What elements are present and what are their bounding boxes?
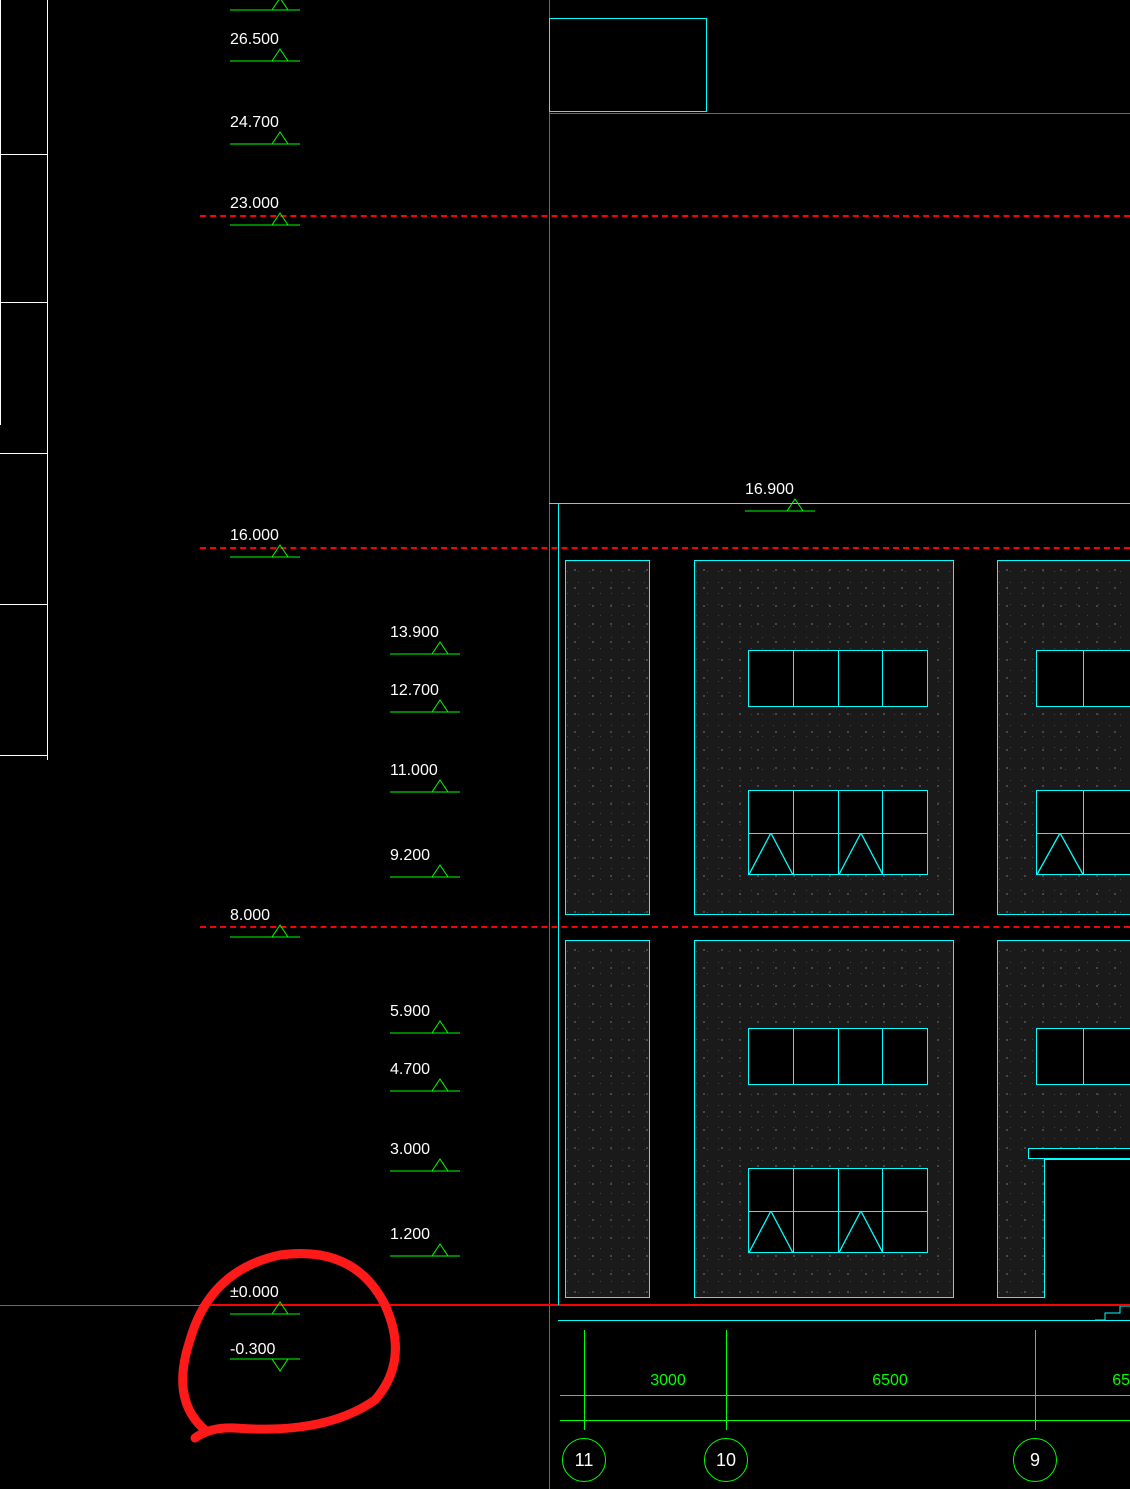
dimension-tick: [584, 1385, 585, 1430]
elevation-label: 23.000: [230, 195, 279, 213]
grid-bubble: 10: [704, 1438, 748, 1482]
left-frame-tick: [0, 302, 48, 303]
section-line-vertical: [549, 0, 550, 1489]
dimension-value: 6500: [1040, 1372, 1130, 1390]
elevation-label: 8.000: [230, 907, 270, 925]
dimension-value: 6500: [740, 1372, 1040, 1390]
grid-id: 11: [575, 1450, 594, 1471]
entrance-door: [1044, 1159, 1130, 1298]
cad-elevation-drawing[interactable]: 27.500 26.500 24.700 23.000 16.000 8.000: [0, 0, 1130, 1489]
window-lower-strip: [748, 1028, 928, 1085]
elevation-label: 24.700: [230, 114, 279, 132]
left-frame-tick: [0, 604, 48, 605]
step-detail: [1095, 1306, 1130, 1320]
slab-edge: [549, 503, 1130, 504]
elevation-label: 13.900: [390, 624, 439, 642]
roof-line: [549, 113, 1130, 114]
floor-level-line: [200, 547, 1130, 549]
dimension-line: [560, 1420, 1130, 1421]
elevation-label: 5.900: [390, 1003, 430, 1021]
elevation-label: 4.700: [390, 1061, 430, 1079]
window-upper-main: [748, 790, 928, 875]
window-upper-strip: [748, 650, 928, 707]
left-frame-tick: [0, 453, 48, 454]
elevation-label: 1.200: [390, 1226, 430, 1244]
elevation-label: 9.200: [390, 847, 430, 865]
grid-id: 9: [1030, 1450, 1040, 1471]
facade-pier: [565, 940, 650, 1298]
elevation-label: 26.500: [230, 31, 279, 49]
dimension-tick: [1035, 1385, 1036, 1430]
left-frame-edge: [47, 0, 48, 760]
ground-level-line: [200, 1304, 1130, 1306]
facade-pier: [565, 560, 650, 915]
grade-line: [558, 1320, 1130, 1321]
grid-id: 10: [716, 1450, 736, 1471]
left-frame-segment: [0, 145, 48, 425]
dimension-line: [560, 1395, 1130, 1396]
floor-level-line: [200, 926, 1130, 928]
dimension-value: 3000: [598, 1372, 738, 1390]
door-canopy: [1028, 1148, 1130, 1159]
elevation-label: -0.300: [230, 1341, 275, 1359]
elevation-label: 16.900: [745, 481, 794, 499]
elevation-label: 3.000: [390, 1141, 430, 1159]
elevation-label: 16.000: [230, 527, 279, 545]
window-lower-strip: [1036, 1028, 1130, 1085]
elevation-label: 11.000: [390, 762, 438, 780]
grid-bubble: 11: [562, 1438, 606, 1482]
left-frame-tick: [0, 755, 48, 756]
window-upper-main: [1036, 790, 1130, 875]
wall-edge: [558, 503, 559, 1305]
window-lower-main: [748, 1168, 928, 1253]
hand-annotation-circle: [175, 1230, 425, 1450]
elevation-label: ±0.000: [230, 1284, 279, 1302]
parapet-block: [549, 18, 707, 112]
left-frame-segment: [0, 0, 48, 155]
window-upper-strip: [1036, 650, 1130, 707]
elevation-label: 12.700: [390, 682, 439, 700]
dimension-tick: [726, 1385, 727, 1430]
grid-bubble: 9: [1013, 1438, 1057, 1482]
floor-level-line: [200, 215, 1130, 217]
